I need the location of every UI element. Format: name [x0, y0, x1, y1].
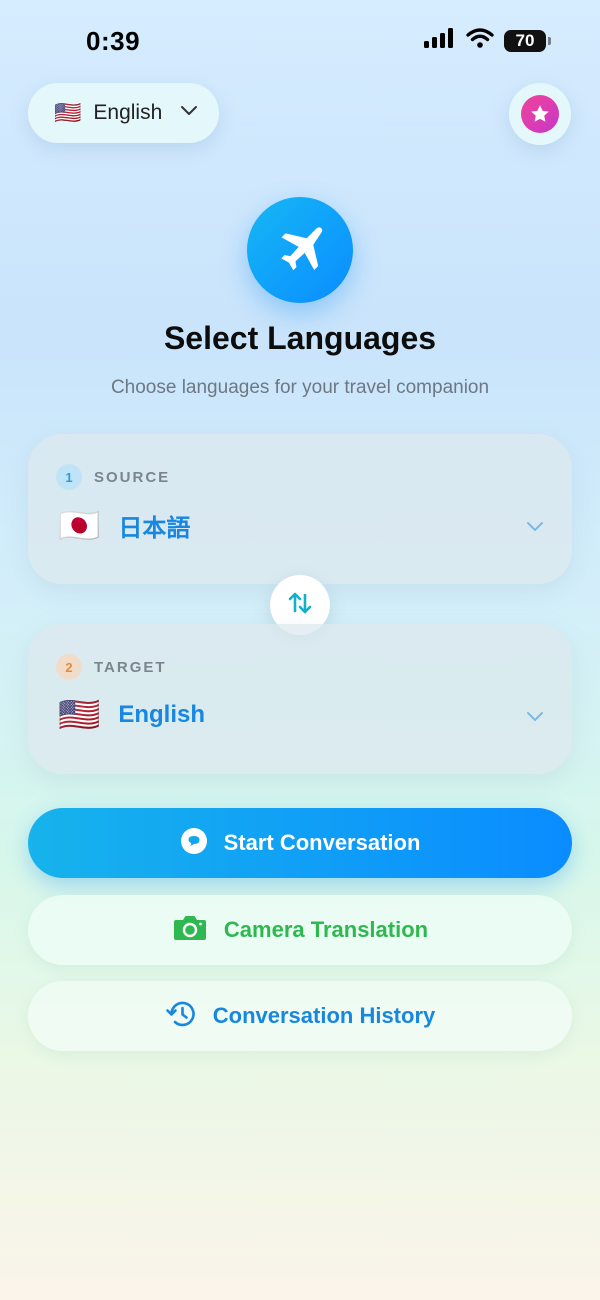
- target-label: TARGET: [94, 658, 167, 676]
- premium-button[interactable]: [509, 83, 571, 145]
- camera-icon: [172, 914, 208, 947]
- target-language-card[interactable]: 2 TARGET 🇺🇸 English: [28, 624, 572, 774]
- wifi-icon: [466, 28, 494, 53]
- source-language: 🇯🇵 日本語: [58, 508, 190, 543]
- target-language-name: English: [118, 701, 206, 728]
- battery-indicator: 70: [504, 29, 551, 52]
- source-header: 1 SOURCE: [56, 464, 170, 490]
- camera-translation-label: Camera Translation: [223, 917, 429, 942]
- chevron-down-icon: [526, 710, 544, 728]
- start-conversation-label: Start Conversation: [223, 830, 421, 855]
- conversation-history-label: Conversation History: [212, 1003, 436, 1028]
- status-time: 0:39: [86, 26, 141, 56]
- us-flag-icon: 🇺🇸: [58, 696, 101, 734]
- chevron-down-icon: [526, 520, 544, 538]
- ui-language-selector[interactable]: 🇺🇸 English: [28, 83, 219, 143]
- target-header: 2 TARGET: [56, 654, 167, 680]
- camera-translation-button[interactable]: Camera Translation: [28, 895, 572, 965]
- chevron-down-icon: [180, 104, 198, 122]
- start-conversation-button[interactable]: Start Conversation: [28, 808, 572, 878]
- chat-bubble-icon: [180, 827, 208, 860]
- us-flag-icon: 🇺🇸: [54, 100, 82, 125]
- source-language-card[interactable]: 1 SOURCE 🇯🇵 日本語: [28, 434, 572, 584]
- status-bar: 0:39 70: [0, 0, 600, 80]
- airplane-icon: [247, 197, 353, 303]
- conversation-history-button[interactable]: Conversation History: [28, 981, 572, 1051]
- status-icons: 70: [424, 28, 551, 53]
- page-subtitle: Choose languages for your travel compani…: [110, 377, 490, 398]
- ui-language-label: English: [93, 101, 163, 124]
- jp-flag-icon: 🇯🇵: [58, 506, 101, 545]
- source-language-name: 日本語: [118, 515, 191, 542]
- signal-icon: [424, 28, 456, 53]
- swap-arrows-icon: [286, 589, 314, 622]
- step-badge: 2: [56, 654, 82, 680]
- star-icon: [521, 95, 559, 133]
- step-badge: 1: [56, 464, 82, 490]
- history-clock-icon: [165, 999, 197, 1034]
- source-label: SOURCE: [94, 468, 171, 486]
- page-title: Select Languages: [163, 320, 437, 356]
- target-language: 🇺🇸 English: [58, 698, 205, 732]
